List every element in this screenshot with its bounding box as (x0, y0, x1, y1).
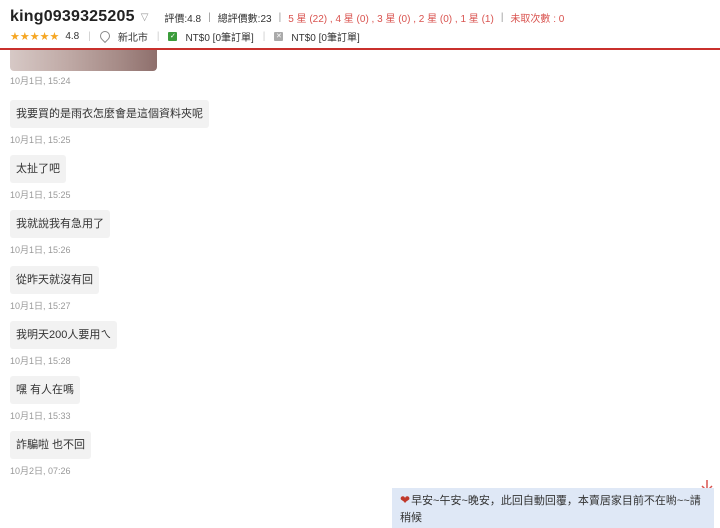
heart-icon: ❤ (400, 493, 411, 507)
buyer-username[interactable]: king0939325205 (10, 8, 135, 26)
message-timestamp: 10月1日, 15:25 (10, 190, 71, 200)
divider: | (208, 11, 211, 23)
product-image-message[interactable] (10, 50, 157, 71)
star-score: 4.8 (65, 30, 80, 42)
header-row-ratings: king0939325205 ▽ 評價:4.8 | 總評價數:23 | 5 星 … (10, 6, 564, 28)
message-bubble: 我明天200人要用ㄟ (10, 321, 118, 349)
message-bubble: 我就說我有急用了 (10, 210, 110, 238)
divider: | (262, 30, 266, 42)
chat-message: 從昨天就沒有回 10月1日, 15:27 (10, 266, 99, 312)
message-timestamp: 10月1日, 15:26 (10, 245, 71, 255)
chat-message: 太扯了吧 10月1日, 15:25 (10, 155, 71, 201)
cross-icon: ✕ (274, 31, 284, 41)
auto-reply-text: 早安~午安~晚安，此回自動回覆，本賣居家目前不在喲~~請稍候 (400, 495, 701, 524)
cancellation-count: 未取次數 : 0 (510, 13, 565, 25)
message-bubble: 我要買的是雨衣怎麼會是這個資料夾呢 (10, 100, 209, 128)
divider: | (500, 11, 504, 23)
message-timestamp: 10月1日, 15:24 (10, 76, 71, 86)
total-ratings: 總評價數:23 (217, 13, 272, 25)
message-bubble: 太扯了吧 (10, 155, 66, 183)
chat-messages[interactable]: 10月1日, 15:24 我要買的是雨衣怎麼會是這個資料夾呢 10月1日, 15… (0, 50, 720, 528)
divider: | (156, 30, 160, 42)
star-rating-icon: ★★★★★ (10, 30, 60, 43)
chat-message: 嘿 有人在嗎 10月1日, 15:33 (10, 376, 81, 422)
message-timestamp: 10月1日, 15:27 (10, 301, 71, 311)
chat-header: king0939325205 ▽ 評價:4.8 | 總評價數:23 | 5 星 … (0, 0, 720, 50)
chat-message: 詐騙啦 也不回 10月2日, 07:26 (10, 431, 92, 477)
message-timestamp: 10月1日, 15:33 (10, 411, 71, 421)
completed-orders: NT$0 [0筆訂單] (185, 32, 254, 44)
checkmark-icon: ✓ (168, 31, 178, 41)
chevron-down-icon[interactable]: ▽ (141, 12, 149, 23)
divider: | (278, 11, 282, 23)
message-timestamp: 10月1日, 15:25 (10, 135, 71, 145)
chat-message: 10月1日, 15:24 (10, 74, 71, 87)
message-bubble: 從昨天就沒有回 (10, 266, 99, 294)
message-timestamp: 10月2日, 07:26 (10, 466, 71, 476)
chat-message: 我要買的是雨衣怎麼會是這個資料夾呢 10月1日, 15:25 (10, 100, 209, 146)
rating-value: 評價:4.8 (164, 13, 202, 25)
divider: | (88, 30, 91, 42)
chat-message: 我明天200人要用ㄟ 10月1日, 15:28 (10, 321, 118, 367)
location-pin-icon (97, 28, 112, 44)
chat-message: 我就說我有急用了 10月1日, 15:26 (10, 210, 110, 256)
auto-reply-message: ❤早安~午安~晚安，此回自動回覆，本賣居家目前不在喲~~請稍候 (392, 488, 714, 528)
message-timestamp: 10月1日, 15:28 (10, 356, 71, 366)
rating-breakdown: 5 星 (22) , 4 星 (0) , 3 星 (0) , 2 星 (0) ,… (288, 13, 494, 25)
message-bubble: 詐騙啦 也不回 (10, 431, 92, 459)
location: 新北市 (117, 32, 148, 44)
cancelled-orders: NT$0 [0筆訂單] (291, 32, 360, 44)
message-bubble: 嘿 有人在嗎 (10, 376, 81, 404)
header-row-info: ★★★★★ 4.8 | 新北市 | ✓ NT$0 [0筆訂單] | ✕ NT$0… (10, 28, 360, 44)
